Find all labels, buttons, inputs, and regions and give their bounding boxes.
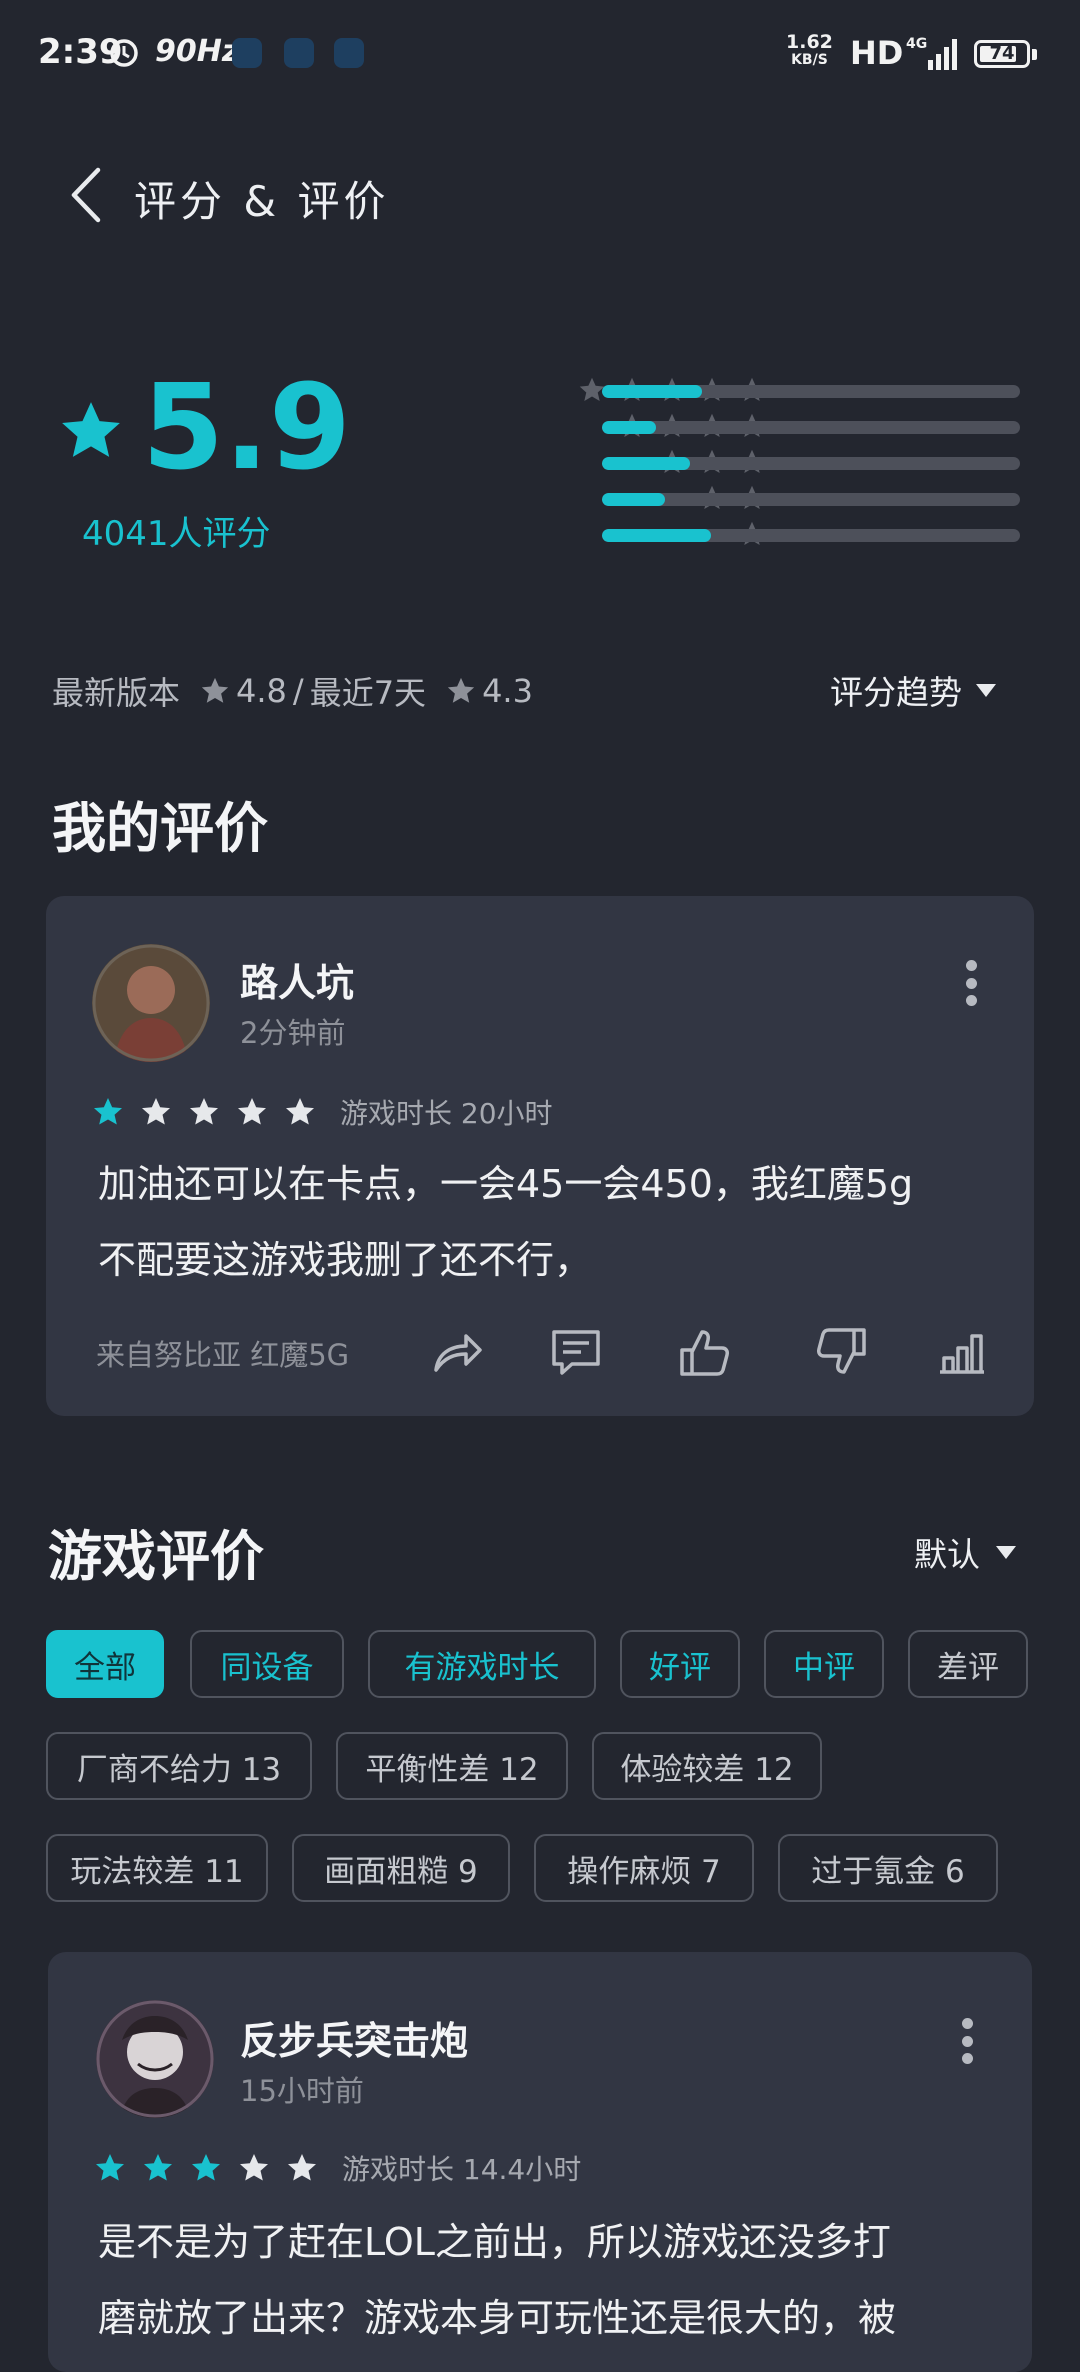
distribution-bar-fill: [602, 421, 657, 434]
filter-chip-has-playtime[interactable]: 有游戏时长: [368, 1630, 596, 1698]
review-stars: 游戏时长 20小时: [92, 1092, 553, 1132]
filter-chip-tag[interactable]: 操作麻烦 7: [534, 1834, 754, 1902]
review-source: 来自努比亚 红魔5G: [96, 1338, 350, 1372]
bar-chart-icon[interactable]: [934, 1324, 990, 1380]
filter-chip-same-device[interactable]: 同设备: [190, 1630, 344, 1698]
more-vertical-icon[interactable]: [960, 2018, 974, 2064]
average-score: 5.9: [142, 358, 352, 496]
review-playtime: 游戏时长 20小时: [340, 1097, 553, 1130]
review-playtime: 游戏时长 14.4小时: [342, 2153, 582, 2186]
avatar[interactable]: [92, 944, 210, 1062]
filter-chip-positive[interactable]: 好评: [620, 1630, 740, 1698]
distribution-row-2-star: [380, 484, 1020, 512]
battery-tip: [1032, 49, 1037, 60]
share-icon[interactable]: [428, 1324, 484, 1380]
filter-chip-tag[interactable]: 玩法较差 11: [46, 1834, 268, 1902]
latest-version-score: 4.8: [236, 672, 287, 710]
page-title: 评分 & 评价: [134, 177, 390, 226]
comment-icon[interactable]: [548, 1324, 604, 1380]
review-stars: 游戏时长 14.4小时: [94, 2148, 581, 2188]
distribution-bar-track: [602, 457, 1020, 470]
my-review-card: 路人坑 2分钟前 游戏时长 20小时 加油还可以在卡点，一会45一会450，我红…: [46, 896, 1034, 1416]
star-icon: [240, 2154, 268, 2181]
distribution-row-1-star: [380, 520, 1020, 548]
trend-label: 评分趋势: [830, 673, 962, 712]
filter-chip-tag[interactable]: 画面粗糙 9: [292, 1834, 510, 1902]
review-time: 2分钟前: [240, 1016, 346, 1050]
status-bar: 2:39 90Hz 1.62 KB/S HD 4G 74: [0, 0, 1080, 110]
thumb-down-icon[interactable]: [814, 1324, 870, 1380]
filter-chip-tag[interactable]: 体验较差 12: [592, 1732, 822, 1800]
filter-chip-tag[interactable]: 厂商不给力 13: [46, 1732, 312, 1800]
star-icon: [201, 677, 229, 703]
review-time: 15小时前: [240, 2074, 364, 2108]
version-rating-line: 最新版本 4.8 / 最近7天 4.3: [52, 668, 533, 714]
distribution-bar-fill: [602, 457, 690, 470]
review-text: 是不是为了赶在LOL之前出，所以游戏还没多打 磨就放了出来？游戏本身可玩性还是很…: [98, 2220, 897, 2340]
filter-chip-all[interactable]: 全部: [46, 1630, 164, 1698]
star-icon: [238, 1098, 266, 1125]
hd-indicator: HD: [850, 34, 904, 72]
distribution-row-5-star: [380, 376, 1020, 404]
distribution-bar-fill: [602, 493, 665, 506]
distribution-row-3-star: [380, 448, 1020, 476]
filter-chip-tag[interactable]: 平衡性差 12: [336, 1732, 568, 1800]
latest-version-label: 最新版本: [52, 674, 181, 712]
filter-chip-negative[interactable]: 差评: [908, 1630, 1028, 1698]
star-icon: [94, 1098, 122, 1125]
recent-score: 4.3: [482, 672, 533, 710]
alarm-icon: [110, 39, 138, 67]
star-icon: [144, 2154, 172, 2181]
star-icon: [190, 1098, 218, 1125]
distribution-bar-track: [602, 493, 1020, 506]
avatar[interactable]: [96, 2000, 214, 2118]
star-icon: [286, 1098, 314, 1125]
my-review-title: 我的评价: [52, 797, 268, 860]
notification-app-icon: [284, 38, 314, 68]
distribution-bar-track: [602, 421, 1020, 434]
sort-label: 默认: [914, 1535, 980, 1574]
more-vertical-icon[interactable]: [964, 960, 978, 1006]
rating-count: 4041人评分: [82, 514, 271, 554]
star-icon: [192, 2154, 220, 2181]
star-icon: [447, 677, 475, 703]
distribution-row-4-star: [380, 412, 1020, 440]
notification-app-icon: [232, 38, 262, 68]
caret-down-icon: [996, 1545, 1016, 1559]
filter-chip-neutral[interactable]: 中评: [764, 1630, 884, 1698]
star-icon: [142, 1098, 170, 1125]
filter-chip-tag[interactable]: 过于氪金 6: [778, 1834, 998, 1902]
back-arrow-icon[interactable]: [60, 160, 120, 230]
distribution-bar-fill: [602, 529, 711, 542]
network-speed: 1.62 KB/S: [786, 31, 833, 68]
review-username: 路人坑: [240, 961, 355, 1005]
star-icon: [96, 2154, 124, 2181]
notification-app-icon: [334, 38, 364, 68]
signal-icon: [928, 39, 957, 70]
battery-icon: 74: [974, 40, 1030, 68]
review-text: 加油还可以在卡点，一会45一会450，我红魔5g 不配要这游戏我删了还不行，: [98, 1162, 914, 1282]
distribution-bar-fill: [602, 385, 703, 398]
caret-down-icon: [976, 683, 996, 697]
separator: /: [292, 672, 304, 710]
rating-trend-dropdown[interactable]: 评分趋势: [830, 666, 996, 714]
star-icon: [62, 402, 120, 457]
distribution-bar-track: [602, 529, 1020, 542]
game-reviews-title: 游戏评价: [48, 1525, 264, 1588]
review-username: 反步兵突击炮: [240, 2019, 469, 2063]
sort-dropdown[interactable]: 默认: [914, 1528, 1016, 1576]
distribution-bar-track: [602, 385, 1020, 398]
recent-label: 最近7天: [309, 674, 427, 712]
thumb-up-icon[interactable]: [676, 1324, 732, 1380]
review-card: 反步兵突击炮 15小时前 游戏时长 14.4小时 是不是为了赶在LOL之前出，所…: [48, 1952, 1032, 2372]
network-type: 4G: [906, 36, 928, 52]
refresh-rate: 90Hz: [155, 34, 240, 69]
star-icon: [288, 2154, 316, 2181]
